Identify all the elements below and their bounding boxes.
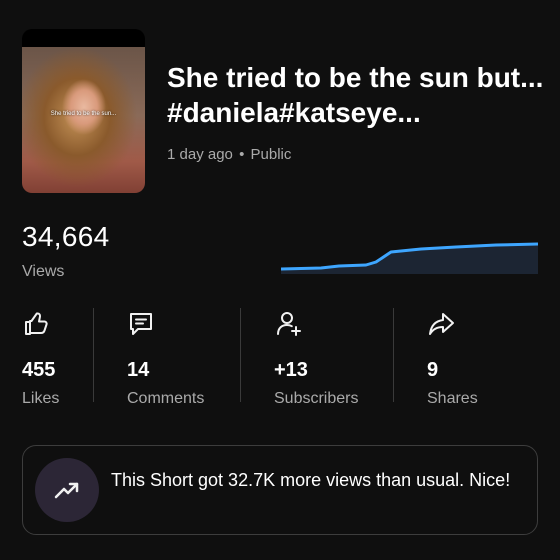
insight-text: This Short got 32.7K more views than usu… xyxy=(111,470,511,490)
video-age: 1 day ago xyxy=(167,146,233,163)
likes-label: Likes xyxy=(22,390,60,407)
comments-value: 14 xyxy=(127,359,150,381)
views-label: Views xyxy=(22,263,65,280)
insight-card[interactable]: This Short got 32.7K more views than usu… xyxy=(22,445,538,535)
thumbs-up-icon xyxy=(25,312,48,335)
stat-likes[interactable]: 455 Likes xyxy=(22,308,92,407)
stat-divider xyxy=(393,308,394,402)
stat-subscribers[interactable]: +13 Subscribers xyxy=(274,308,374,407)
comments-label: Comments xyxy=(127,390,205,407)
insight-icon-circle xyxy=(35,458,99,522)
meta-separator: • xyxy=(239,146,245,163)
stat-divider xyxy=(93,308,94,402)
views-count: 34,664 xyxy=(22,221,110,252)
stat-shares[interactable]: 9 Shares xyxy=(427,308,517,407)
video-meta: 1 day ago • Public xyxy=(167,146,291,163)
stat-divider xyxy=(240,308,241,402)
views-sparkline xyxy=(281,242,538,274)
video-thumbnail[interactable]: She tried to be the sun... xyxy=(22,29,145,193)
subscribers-label: Subscribers xyxy=(274,390,359,407)
trending-up-icon xyxy=(54,482,79,499)
comment-icon xyxy=(130,313,152,335)
share-icon xyxy=(429,313,454,335)
video-visibility: Public xyxy=(250,146,292,163)
likes-value: 455 xyxy=(22,359,56,381)
thumbnail-caption: She tried to be the sun... xyxy=(50,111,117,117)
thumbnail-image xyxy=(22,47,145,193)
short-analytics-page: She tried to be the sun... She tried to … xyxy=(0,0,560,560)
add-subscriber-icon xyxy=(277,312,301,336)
video-title[interactable]: She tried to be the sun but... #daniela#… xyxy=(167,60,547,130)
stat-comments[interactable]: 14 Comments xyxy=(127,308,227,407)
shares-label: Shares xyxy=(427,390,478,407)
shares-value: 9 xyxy=(427,359,439,381)
subscribers-value: +13 xyxy=(274,359,308,381)
